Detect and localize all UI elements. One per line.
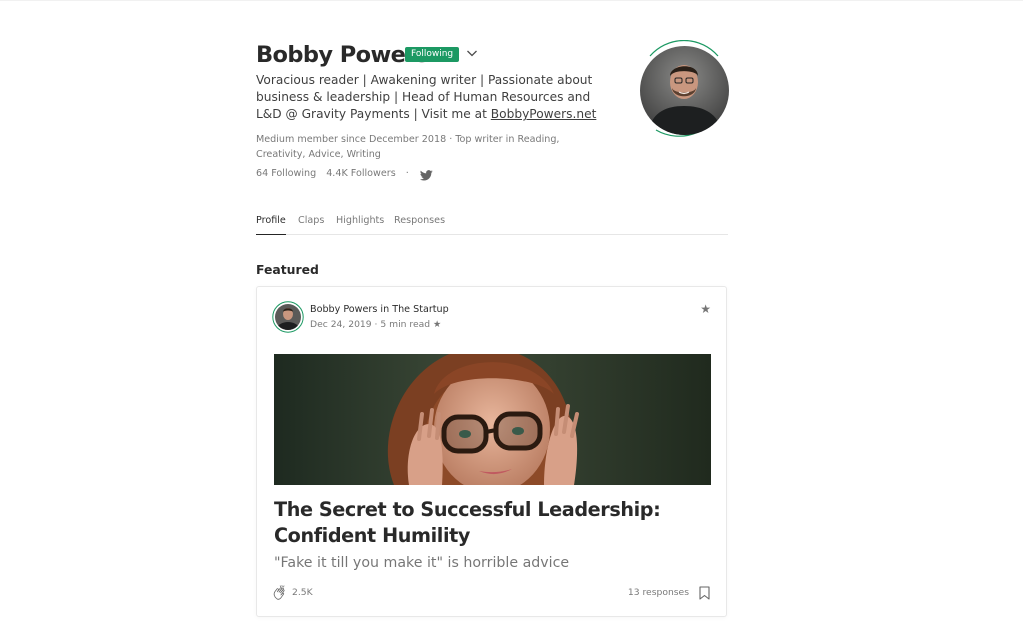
author-avatar[interactable] [272,301,304,333]
story-title[interactable]: The Secret to Successful Leadership: Con… [274,497,714,549]
followers-count-link[interactable]: 4.4K Followers [326,167,396,181]
responses-link[interactable]: 13 responses [628,586,689,599]
clap-icon [273,585,285,600]
story-date-readtime: Dec 24, 2019 · 5 min read ★ [310,319,442,330]
member-meta: Medium member since December 2018 · Top … [256,134,560,160]
following-button[interactable]: Following [405,47,460,62]
chevron-down-icon[interactable] [465,46,479,60]
follow-stats: 64 Following 4.4K Followers · [256,167,433,181]
tab-highlights[interactable]: Highlights [336,214,384,234]
featured-story-card[interactable]: Bobby Powers in The Startup Dec 24, 2019… [256,286,727,617]
avatar-photo [640,46,729,135]
clap-count: 2.5K [292,587,313,598]
profile-tabs: Profile Claps Highlights Responses [256,212,728,235]
tab-responses[interactable]: Responses [394,214,445,234]
following-count-link[interactable]: 64 Following [256,167,316,181]
story-subtitle[interactable]: "Fake it till you make it" is horrible a… [274,553,714,573]
star-icon: ★ [700,302,711,316]
top-divider [0,0,1023,1]
story-author-publication[interactable]: Bobby Powers in The Startup [310,303,449,316]
profile-name: Bobby Powers [256,42,429,68]
bookmark-icon[interactable] [699,586,710,600]
profile-bio: Voracious reader | Awakening writer | Pa… [256,72,616,124]
featured-heading: Featured [256,262,319,277]
profile-avatar[interactable] [636,40,732,142]
stats-separator: · [405,168,409,179]
profile-page: Bobby Powers Following Voracious reader … [0,0,1023,636]
story-hero-image[interactable] [274,354,711,485]
clap-button[interactable]: 2.5K [272,584,313,601]
twitter-icon[interactable] [419,169,433,181]
tab-claps[interactable]: Claps [298,214,324,234]
tab-profile[interactable]: Profile [256,214,286,235]
bio-website-link[interactable]: BobbyPowers.net [491,107,597,121]
